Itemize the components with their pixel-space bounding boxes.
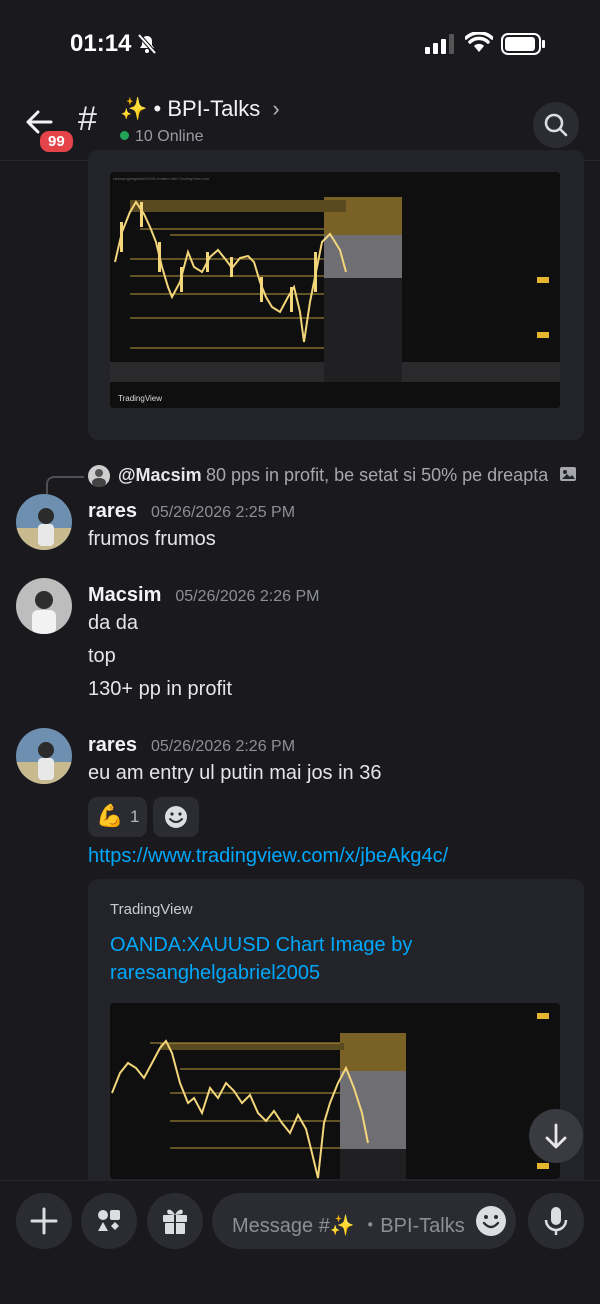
reaction-emoji: 💪: [96, 803, 124, 828]
online-text: 10 Online: [135, 128, 204, 145]
message-text: top: [88, 645, 116, 667]
plus-icon: [30, 1207, 58, 1235]
message-author[interactable]: Macsim 05/26/2026 2:26 PM: [88, 584, 319, 607]
embed-title-line: OANDA:XAUUSD Chart Image by: [110, 934, 413, 956]
image-attachment-icon: [560, 467, 577, 481]
battery-icon: [501, 33, 545, 55]
search-button[interactable]: [533, 102, 579, 148]
timestamp: 05/26/2026 2:26 PM: [175, 588, 320, 605]
tradingview-watermark: TradingView: [118, 394, 163, 403]
chart-image[interactable]: raresanghelgabriel2005 created with Trad…: [110, 172, 560, 408]
author-name: Macsim: [88, 584, 162, 606]
search-icon: [544, 113, 568, 137]
image-embed[interactable]: raresanghelgabriel2005 created with Trad…: [88, 150, 584, 440]
attach-button[interactable]: [16, 1193, 72, 1249]
message-text: da da: [88, 612, 139, 634]
embed-title[interactable]: OANDA:XAUUSD Chart Image by raresanghelg…: [110, 931, 412, 987]
message-input[interactable]: Message #✨ ・BPI-Talks: [212, 1193, 516, 1249]
online-dot-icon: [120, 131, 129, 140]
reply-preview[interactable]: @Macsim 80 pps in profit, be setat si 50…: [46, 462, 586, 494]
apps-icon: [98, 1210, 120, 1231]
arrow-down-icon: [545, 1123, 567, 1149]
reaction-muscle[interactable]: 💪 1: [88, 797, 147, 837]
reply-content: 80 pps in profit, be setat si 50% pe dre…: [206, 465, 549, 485]
microphone-icon: [544, 1207, 568, 1235]
message-author[interactable]: rares 05/26/2026 2:25 PM: [88, 500, 295, 523]
clock: 01:14: [70, 30, 132, 57]
embed-provider[interactable]: TradingView: [110, 901, 193, 918]
wifi-icon: [465, 32, 493, 52]
message-text: frumos frumos: [88, 528, 216, 550]
chart-image[interactable]: [110, 1003, 560, 1179]
reply-text: 80 pps in profit, be setat si 50% pe dre…: [206, 465, 577, 486]
reply-author: @Macsim: [118, 465, 202, 485]
gift-button[interactable]: [147, 1193, 203, 1249]
reply-connector: [46, 476, 84, 494]
add-reaction-button[interactable]: [153, 797, 199, 837]
timestamp: 05/26/2026 2:25 PM: [150, 504, 296, 521]
avatar[interactable]: [16, 494, 72, 550]
author-name: rares: [88, 734, 137, 756]
channel-title[interactable]: ✨ • BPI-Talks ›: [120, 96, 280, 122]
candlestick-chart-graphic: raresanghelgabriel2005 created with Trad…: [110, 172, 560, 408]
channel-name: ✨ • BPI-Talks: [120, 96, 261, 121]
avatar[interactable]: [16, 728, 72, 784]
unread-badge: 99: [37, 128, 76, 155]
message-text: eu am entry ul putin mai jos in 36: [88, 762, 382, 784]
reaction-count: 1: [130, 807, 140, 826]
online-count: 10 Online: [120, 128, 204, 146]
voice-message-button[interactable]: [528, 1193, 584, 1249]
chevron-right-icon: ›: [272, 96, 280, 121]
cellular-signal-icon: [425, 34, 454, 54]
status-bar: 01:14: [0, 0, 600, 90]
gift-icon: [163, 1209, 187, 1234]
message-text: 130+ pp in profit: [88, 678, 232, 700]
avatar[interactable]: [16, 578, 72, 634]
candlestick-chart-graphic: [110, 1003, 560, 1179]
author-name: rares: [88, 500, 137, 522]
embed-title-line: raresanghelgabriel2005: [110, 962, 321, 984]
link-embed[interactable]: TradingView OANDA:XAUUSD Chart Image by …: [88, 879, 584, 1199]
message-author[interactable]: rares 05/26/2026 2:26 PM: [88, 734, 295, 757]
add-reaction-icon: [165, 806, 187, 828]
bell-muted-icon: [137, 33, 157, 55]
message-placeholder: Message #✨ ・BPI-Talks: [232, 1215, 465, 1237]
apps-button[interactable]: [81, 1193, 137, 1249]
timestamp: 05/26/2026 2:26 PM: [150, 738, 296, 755]
jump-to-present-button[interactable]: [529, 1109, 583, 1163]
tradingview-link[interactable]: https://www.tradingview.com/x/jbeAkg4c/: [88, 845, 448, 868]
channel-hash-icon: #: [78, 100, 97, 138]
reply-avatar: [88, 465, 110, 487]
emoji-icon[interactable]: [474, 1204, 508, 1238]
svg-text:raresanghelgabriel2005 created: raresanghelgabriel2005 created with Trad…: [113, 176, 210, 181]
composer-bar: Message #✨ ・BPI-Talks: [0, 1180, 600, 1304]
